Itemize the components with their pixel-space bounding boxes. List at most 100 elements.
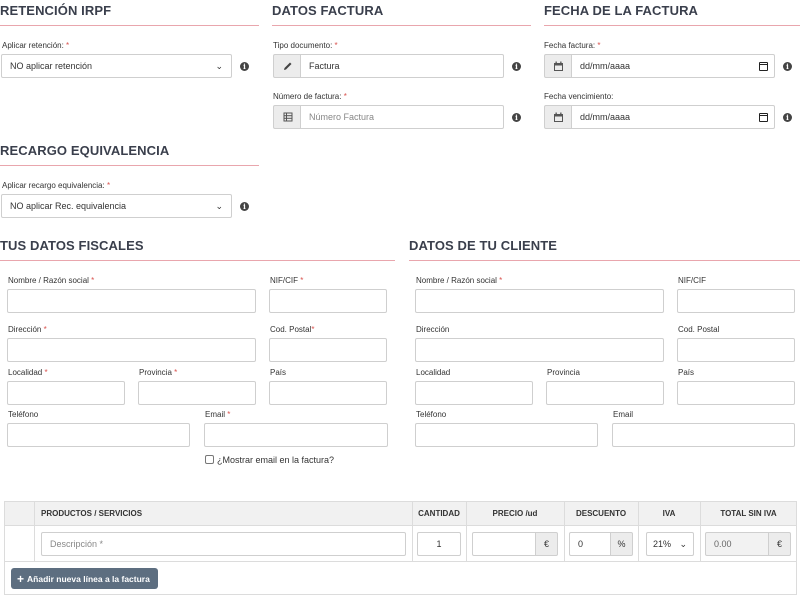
fiscales-direccion-input[interactable] [7,338,256,362]
cliente-telefono-label: Teléfono [416,410,447,419]
mostrar-email-checkbox[interactable] [205,455,214,464]
fiscales-pais-input[interactable] [269,381,387,405]
fiscales-title: TUS DATOS FISCALES [0,238,144,253]
list-icon [273,105,301,129]
datos-factura-title: DATOS FACTURA [272,3,384,18]
cliente-email-label: Email [613,410,634,419]
fecha-factura-value: dd/mm/aaaa [580,61,631,71]
total-sin-iva-output: 0.00 [705,532,769,556]
fecha-factura-divider [544,25,800,26]
numero-factura-label: Número de factura: * [273,92,347,101]
precio-input[interactable] [472,532,536,556]
fecha-vencimiento-input[interactable]: dd/mm/aaaa [571,105,775,129]
calendar-picker-icon[interactable] [759,112,768,122]
th-productos: PRODUCTOS / SERVICIOS [41,509,143,518]
recargo-title: RECARGO EQUIVALENCIA [0,143,170,158]
calendar-picker-icon[interactable] [759,61,768,71]
cliente-direccion-label: Dirección [416,325,450,334]
tipo-documento-value: Factura [309,61,340,71]
recargo-select-value: NO aplicar Rec. equivalencia [10,201,127,211]
th-descuento: DESCUENTO [575,509,627,518]
info-circle-icon[interactable]: i [783,62,792,71]
cliente-provincia-input[interactable] [546,381,664,405]
fiscales-provincia-label: Provincia * [139,368,178,377]
chevron-down-icon: ⌄ [215,200,223,211]
info-circle-icon[interactable]: i [240,62,249,71]
fiscales-nombre-label: Nombre / Razón social * [8,276,95,285]
cliente-direccion-input[interactable] [415,338,664,362]
fiscales-telefono-label: Teléfono [8,410,39,419]
retencion-divider [0,25,259,26]
fiscales-nombre-input[interactable] [7,289,256,313]
descripcion-placeholder: Descripción * [50,539,104,549]
add-line-button[interactable]: + Añadir nueva línea a la factura [11,568,158,589]
calendar-icon [544,54,572,78]
cliente-divider [409,260,800,261]
descuento-value: 0 [578,539,584,549]
fiscales-cp-input[interactable] [269,338,387,362]
retencion-select-value: NO aplicar retención [10,61,93,71]
tipo-documento-input[interactable]: Factura [300,54,504,78]
info-circle-icon[interactable]: i [512,62,521,71]
retencion-select[interactable]: NO aplicar retención ⌄ [1,54,232,78]
th-iva: IVA [662,509,676,518]
iva-select[interactable]: 21% ⌄ [646,532,694,556]
fiscales-cp-label: Cod. Postal* [270,325,315,334]
descuento-percent-suffix: % [610,532,633,556]
cliente-nombre-input[interactable] [415,289,664,313]
fecha-factura-title: FECHA DE LA FACTURA [544,3,699,18]
cliente-nif-input[interactable] [677,289,795,313]
cliente-title: DATOS DE TU CLIENTE [409,238,558,253]
cliente-pais-input[interactable] [677,381,795,405]
cantidad-value: 1 [436,539,442,549]
numero-factura-input[interactable]: Número Factura [300,105,504,129]
recargo-label: Aplicar recargo equivalencia: * [2,181,111,190]
plus-icon: + [17,571,25,586]
cliente-email-input[interactable] [612,423,795,447]
recargo-select[interactable]: NO aplicar Rec. equivalencia ⌄ [1,194,232,218]
cliente-cp-label: Cod. Postal [678,325,720,334]
iva-select-value: 21% [653,539,672,549]
fiscales-localidad-label: Localidad * [8,368,48,377]
total-currency-suffix: € [768,532,791,556]
mostrar-email-label[interactable]: ¿Mostrar email en la factura? [217,455,334,465]
fiscales-pais-label: País [270,368,287,377]
cliente-telefono-input[interactable] [415,423,598,447]
fiscales-provincia-input[interactable] [138,381,256,405]
th-precio: PRECIO /ud [492,509,538,518]
fecha-vencimiento-label: Fecha vencimiento: [544,92,614,101]
retencion-title: RETENCIÓN IRPF [0,3,112,18]
datos-factura-divider [272,25,531,26]
pencil-icon [273,54,301,78]
chevron-down-icon: ⌄ [679,538,687,549]
cliente-localidad-input[interactable] [415,381,533,405]
fiscales-telefono-input[interactable] [7,423,190,447]
fecha-vencimiento-value: dd/mm/aaaa [580,112,631,122]
retencion-label: Aplicar retención: * [2,41,70,50]
cliente-cp-input[interactable] [677,338,795,362]
info-circle-icon[interactable]: i [240,202,249,211]
add-line-button-label: Añadir nueva línea a la factura [27,573,150,584]
fecha-factura-input[interactable]: dd/mm/aaaa [571,54,775,78]
th-cantidad: CANTIDAD [418,509,460,518]
info-circle-icon[interactable]: i [783,113,792,122]
cantidad-input[interactable]: 1 [417,532,461,556]
fiscales-localidad-input[interactable] [7,381,125,405]
total-sin-iva-value: 0.00 [714,539,732,549]
fiscales-nif-input[interactable] [269,289,387,313]
descuento-input[interactable]: 0 [569,532,611,556]
fiscales-email-label: Email * [205,410,231,419]
descripcion-input[interactable]: Descripción * [41,532,406,556]
calendar-icon [544,105,572,129]
cliente-pais-label: País [678,368,695,377]
fecha-factura-label: Fecha factura: * [544,41,601,50]
numero-factura-placeholder: Número Factura [309,112,375,122]
precio-currency-suffix: € [535,532,558,556]
cliente-provincia-label: Provincia [547,368,580,377]
col-divider [34,501,35,562]
recargo-divider [0,165,259,166]
fiscales-email-input[interactable] [204,423,388,447]
info-circle-icon[interactable]: i [512,113,521,122]
fiscales-direccion-label: Dirección * [8,325,47,334]
cliente-nombre-label: Nombre / Razón social * [416,276,503,285]
